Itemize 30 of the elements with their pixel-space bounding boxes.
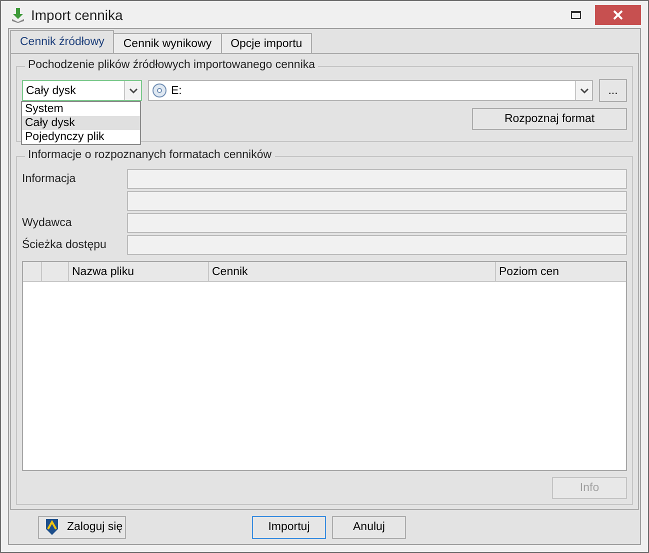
column-header[interactable]: Nazwa pliku: [69, 262, 209, 281]
field-label: Informacja: [22, 173, 76, 185]
group-title: Informacje o rozpoznanych formatach cenników: [25, 149, 275, 161]
dropdown-option[interactable]: System: [22, 102, 140, 116]
dialog-button[interactable]: Anuluj: [332, 516, 406, 538]
dialog-button[interactable]: Importuj: [252, 516, 326, 538]
disc-icon: [152, 83, 167, 98]
field-label: Ścieżka dostępu: [22, 239, 106, 251]
tab[interactable]: Cennik wynikowy: [113, 33, 222, 53]
source-dropdown[interactable]: Cały dysk: [22, 80, 142, 101]
column-header[interactable]: Cennik: [209, 262, 496, 281]
tab[interactable]: Cennik źródłowy: [10, 30, 114, 53]
browse-button[interactable]: ...: [599, 79, 627, 102]
dropdown-option[interactable]: Cały dysk: [22, 116, 140, 130]
close-button[interactable]: [595, 4, 641, 24]
column-header[interactable]: Poziom cen: [496, 262, 626, 281]
login-button[interactable]: Zaloguj się: [38, 516, 126, 538]
chevron-down-icon: [580, 88, 588, 94]
dropdown-option[interactable]: Pojedynczy plik: [22, 130, 140, 144]
download-icon: [11, 6, 25, 22]
shield-icon: [45, 518, 59, 536]
close-icon: [613, 10, 623, 20]
detect-format-button[interactable]: Rozpoznaj format: [472, 108, 627, 130]
window-title: Import cennika: [31, 6, 123, 22]
group-title: Pochodzenie plików źródłowych importowanego cennika: [25, 59, 318, 71]
tab[interactable]: Opcje importu: [220, 33, 312, 53]
path-dropdown[interactable]: E:: [148, 80, 593, 101]
chevron-down-icon: [128, 88, 138, 94]
field-label: Wydawca: [22, 217, 72, 229]
maximize-icon: [571, 10, 581, 18]
